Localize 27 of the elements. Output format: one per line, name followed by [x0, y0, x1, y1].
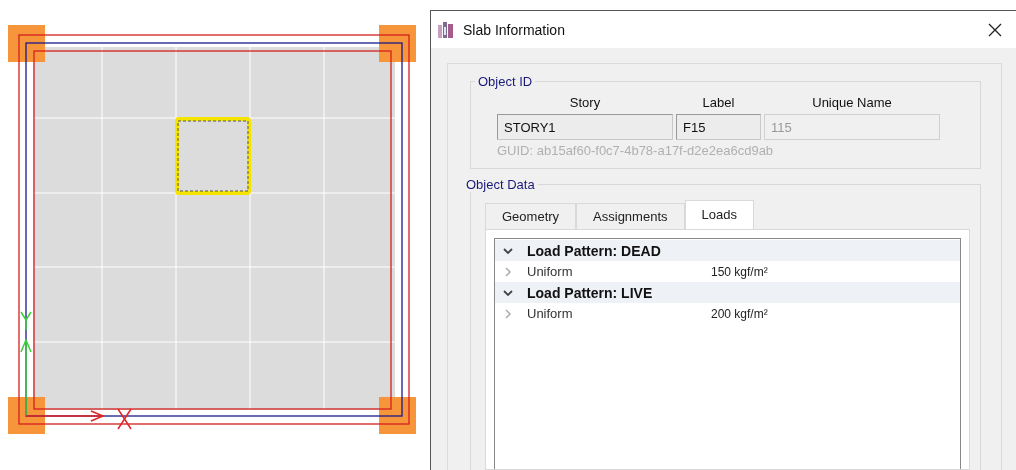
tree-group-row[interactable]: Load Pattern: LIVE	[495, 282, 960, 303]
property-value: 150 kgf/m²	[711, 264, 768, 279]
chevron-right-icon[interactable]	[503, 266, 513, 277]
property-name: Uniform	[527, 306, 574, 321]
guid-text: GUID: ab15af60-f0c7-4b78-a17f-d2e2ea6cd9ab	[497, 143, 775, 158]
column-header: Story	[569, 95, 601, 110]
text-field[interactable]: STORY1	[497, 114, 673, 140]
column-header: Unique Name	[812, 95, 892, 110]
group-label: Load Pattern: DEAD	[527, 242, 661, 259]
property-name: Uniform	[527, 264, 574, 279]
group-title: Object Data	[465, 177, 536, 192]
chevron-down-icon[interactable]	[503, 245, 513, 256]
window-title: Slab Information	[463, 21, 565, 38]
text-field[interactable]: F15	[676, 114, 761, 140]
tab[interactable]: Assignments	[576, 203, 685, 229]
tab[interactable]: Loads	[684, 200, 754, 229]
group-label: Load Pattern: LIVE	[527, 284, 653, 301]
building-icon	[437, 20, 455, 39]
property-value: 200 kgf/m²	[711, 306, 768, 321]
chevron-down-icon[interactable]	[503, 287, 513, 298]
group-title: Object ID	[477, 74, 534, 89]
tree-group-row[interactable]: Load Pattern: DEAD	[495, 240, 960, 261]
chevron-right-icon[interactable]	[503, 308, 513, 319]
close-icon	[988, 22, 1002, 37]
opening-selection[interactable]	[175, 117, 251, 195]
tab[interactable]: Geometry	[485, 203, 577, 229]
column-header: Label	[702, 95, 735, 110]
